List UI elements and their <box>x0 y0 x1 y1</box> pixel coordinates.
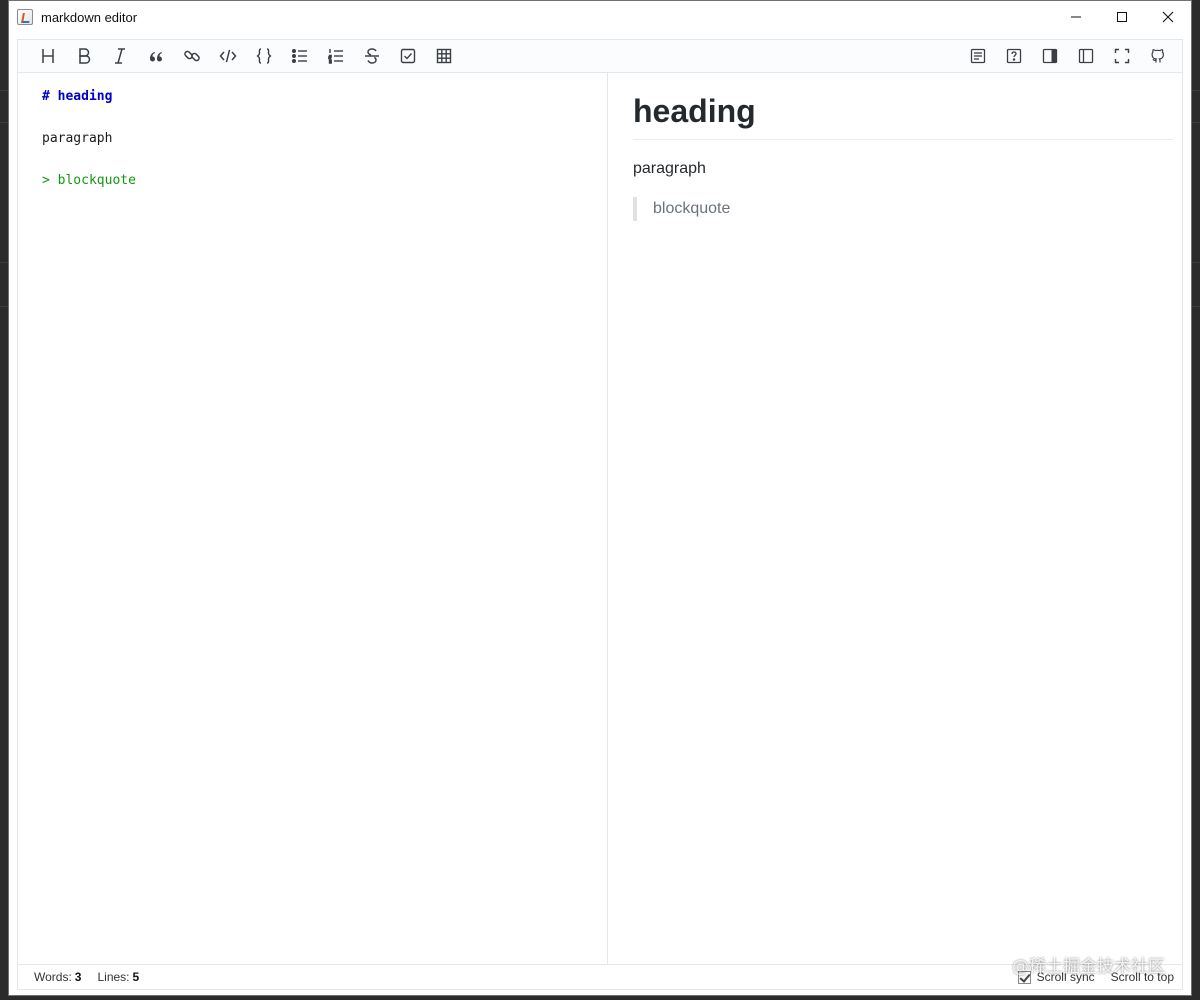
heading-button[interactable] <box>30 40 66 72</box>
preview-paragraph: paragraph <box>633 160 706 177</box>
format-tools <box>18 40 462 72</box>
quote-icon <box>150 52 162 62</box>
table-button[interactable] <box>426 40 462 72</box>
code-block-icon <box>256 48 272 64</box>
word-count: Words: 3 <box>34 970 82 984</box>
github-icon <box>1151 49 1165 63</box>
italic-icon <box>115 48 125 64</box>
heading-icon <box>42 49 54 63</box>
strikethrough-button[interactable] <box>354 40 390 72</box>
bold-button[interactable] <box>66 40 102 72</box>
status-actions: Scroll sync Scroll to top <box>1017 970 1182 984</box>
app-window: markdown editor # heading paragraph > bl… <box>8 0 1192 996</box>
code-button[interactable] <box>210 40 246 72</box>
unordered-list-button[interactable] <box>282 40 318 72</box>
window-title: markdown editor <box>41 9 138 25</box>
markdown-preview-pane: heading paragraph blockquote <box>608 73 1183 964</box>
editor-line[interactable]: # heading <box>42 88 112 106</box>
editor-only-button[interactable] <box>1068 40 1104 72</box>
line-count: Lines: 5 <box>97 970 140 984</box>
view-tools <box>960 40 1182 72</box>
ordered-list-icon <box>328 49 343 64</box>
heading-underline <box>633 139 1173 140</box>
code-icon <box>219 49 237 63</box>
scroll-sync-checkbox[interactable] <box>1017 970 1031 984</box>
preview-heading: heading <box>633 93 756 129</box>
scroll-sync-label[interactable]: Scroll sync <box>1037 970 1095 984</box>
quote-button[interactable] <box>138 40 174 72</box>
ordered-list-button[interactable] <box>318 40 354 72</box>
minimize-button[interactable] <box>1053 1 1099 33</box>
window-controls <box>1053 1 1191 33</box>
editor-panel-icon <box>1078 48 1094 64</box>
bold-icon <box>79 48 91 64</box>
minimize-icon <box>1071 16 1081 18</box>
fullscreen-icon <box>1114 48 1130 64</box>
maximize-icon <box>1117 12 1127 22</box>
editor-toolbar <box>17 39 1183 73</box>
status-counts: Words: 3 Lines: 5 <box>18 970 155 984</box>
java-app-icon <box>17 9 33 25</box>
task-list-button[interactable] <box>390 40 426 72</box>
unordered-list-icon <box>292 49 307 63</box>
preview-panel-icon <box>1042 48 1058 64</box>
help-icon <box>1006 48 1022 64</box>
checkbox-icon <box>400 48 416 64</box>
toc-button[interactable] <box>960 40 996 72</box>
italic-button[interactable] <box>102 40 138 72</box>
link-button[interactable] <box>174 40 210 72</box>
help-button[interactable] <box>996 40 1032 72</box>
markdown-editor-pane[interactable]: # heading paragraph > blockquote <box>17 73 608 964</box>
github-button[interactable] <box>1140 40 1176 72</box>
close-button[interactable] <box>1145 1 1191 33</box>
scroll-to-top-link[interactable]: Scroll to top <box>1111 970 1174 984</box>
table-icon <box>436 48 452 64</box>
link-icon <box>184 50 200 62</box>
maximize-button[interactable] <box>1099 1 1145 33</box>
preview-blockquote: blockquote <box>633 197 730 221</box>
code-block-button[interactable] <box>246 40 282 72</box>
status-bar: Words: 3 Lines: 5 Scroll sync Scroll to to… <box>17 964 1183 990</box>
fullscreen-button[interactable] <box>1104 40 1140 72</box>
toc-icon <box>970 48 986 64</box>
editor-line[interactable]: > blockquote <box>42 172 136 190</box>
close-icon <box>1162 11 1174 23</box>
editor-line[interactable]: paragraph <box>42 130 112 148</box>
preview-only-button[interactable] <box>1032 40 1068 72</box>
strikethrough-icon <box>365 48 379 64</box>
title-bar[interactable]: markdown editor <box>9 1 1191 33</box>
